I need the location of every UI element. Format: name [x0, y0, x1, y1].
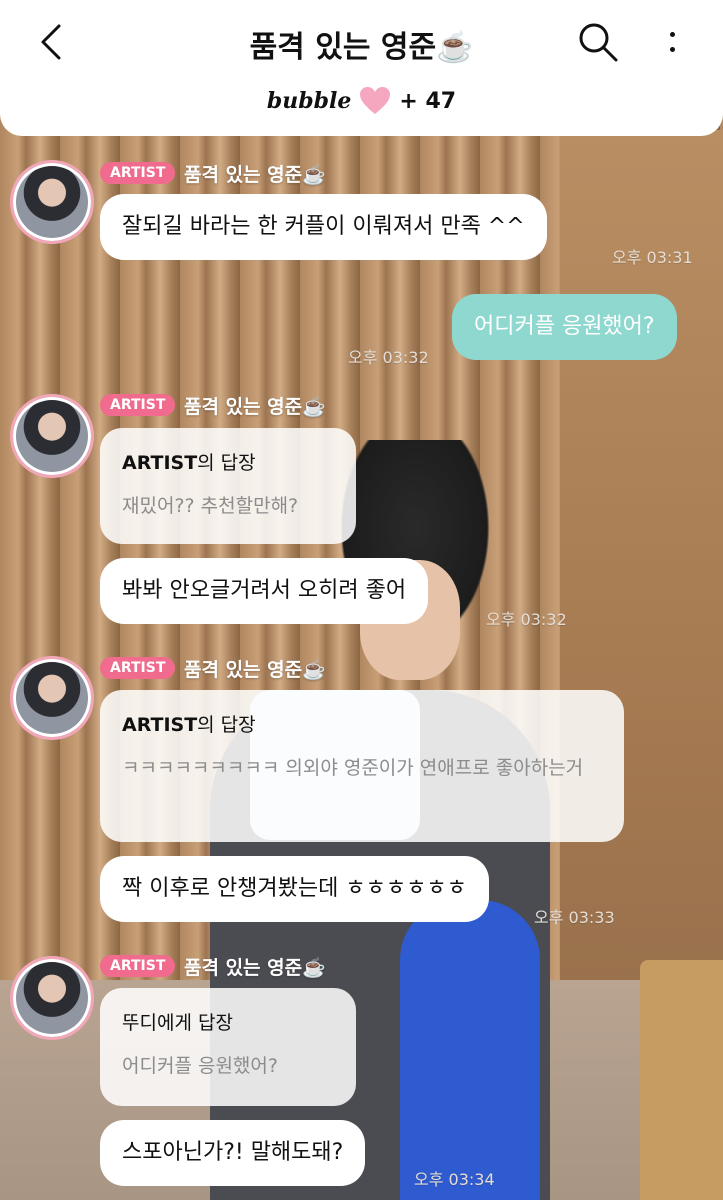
sender-name: 품격 있는 영준☕️: [184, 164, 326, 186]
reply-quote[interactable]: ARTIST의 답장 재밌어?? 추천할만해?: [100, 428, 356, 544]
artist-avatar[interactable]: [10, 656, 94, 740]
message-bubble[interactable]: 짝 이후로 안챙겨봤는데 ㅎㅎㅎㅎㅎㅎ: [100, 856, 489, 922]
artist-avatar[interactable]: [10, 160, 94, 244]
message-time: 오후 03:32: [348, 348, 429, 367]
reply-header: ARTIST의 답장: [122, 710, 602, 737]
reply-header: ARTIST의 답장: [122, 448, 334, 475]
artist-badge: ARTIST: [100, 657, 176, 679]
message-time: 오후 03:34: [414, 1170, 495, 1189]
sender-name: 품격 있는 영준☕️: [184, 957, 326, 979]
message-time: 오후 03:32: [486, 610, 567, 629]
more-dot-icon: [669, 32, 675, 37]
reply-original-text: ㅋㅋㅋㅋㅋㅋㅋㅋㅋ 의외야 영준이가 연애프로 좋아하는거: [122, 757, 584, 779]
search-icon: [579, 23, 618, 62]
sender-name: 품격 있는 영준☕️: [184, 396, 326, 418]
reply-target-name: ARTIST: [122, 452, 198, 474]
sender-name: 품격 있는 영준☕️: [184, 659, 326, 681]
bubble-brand-logo: bubble: [266, 88, 352, 114]
bubble-membership-row: bubble + 47: [0, 86, 723, 116]
my-message-bubble[interactable]: 어디커플 응원했어?: [452, 294, 677, 360]
reply-quote[interactable]: 뚜디에게 답장 어디커플 응원했어?: [100, 988, 356, 1106]
message-bubble[interactable]: 봐봐 안오글거려서 오히려 좋어: [100, 558, 429, 624]
artist-badge: ARTIST: [100, 955, 176, 977]
more-options-button[interactable]: [654, 18, 690, 66]
message-time: 오후 03:31: [612, 248, 693, 267]
reply-original-text: 어디커플 응원했어?: [122, 1055, 278, 1077]
search-button[interactable]: [574, 18, 622, 66]
message-time: 오후 03:33: [534, 908, 615, 927]
reply-header: 뚜디에게 답장: [122, 1012, 233, 1034]
message-bubble[interactable]: 잘되길 바라는 한 커플이 이뤄져서 만족 ^^: [100, 194, 547, 260]
message-bubble[interactable]: 스포아닌가?! 말해도돼?: [100, 1120, 366, 1186]
heart-icon: [360, 87, 391, 114]
plus-count: + 47: [399, 88, 457, 114]
artist-avatar[interactable]: [10, 956, 94, 1040]
reply-label: 의 답장: [197, 452, 256, 474]
artist-avatar[interactable]: [10, 394, 94, 478]
reply-target-name: ARTIST: [122, 714, 198, 736]
chat-header: 품격 있는 영준☕️ bubble + 47: [0, 0, 723, 136]
artist-badge: ARTIST: [100, 162, 176, 184]
reply-quote[interactable]: ARTIST의 답장 ㅋㅋㅋㅋㅋㅋㅋㅋㅋ 의외야 영준이가 연애프로 좋아하는거: [100, 690, 624, 842]
message-list[interactable]: ARTIST 품격 있는 영준☕️ 잘되길 바라는 한 커플이 이뤄져서 만족 …: [0, 0, 723, 1200]
more-dot-icon: [669, 47, 675, 52]
reply-label: 의 답장: [197, 714, 256, 736]
artist-badge: ARTIST: [100, 394, 176, 416]
reply-original-text: 재밌어?? 추천할만해?: [122, 495, 299, 517]
